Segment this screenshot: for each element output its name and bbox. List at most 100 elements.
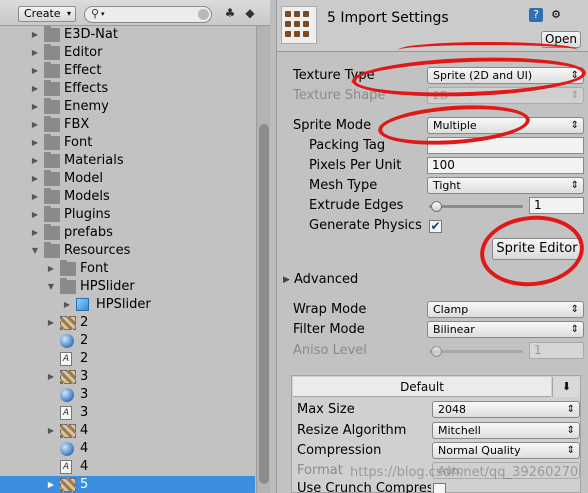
tree-row-3[interactable]: ▶ 3 — [0, 368, 255, 386]
collapsed-arrow-icon[interactable]: ▶ — [30, 134, 40, 152]
collapsed-arrow-icon[interactable]: ▶ — [46, 368, 56, 386]
sprite-editor-button[interactable]: Sprite Editor — [492, 238, 582, 260]
filter-mode-label: Filter Mode — [293, 322, 365, 337]
help-book-icon[interactable]: ? — [529, 8, 543, 22]
collapsed-arrow-icon[interactable]: ▶ — [30, 206, 40, 224]
pixels-per-unit-field[interactable]: 100 — [427, 157, 584, 174]
tree-row-effect[interactable]: ▶ Effect — [0, 62, 255, 80]
tree-row-label: 5 — [80, 477, 89, 492]
open-button[interactable]: Open — [541, 31, 581, 48]
chevron-down-icon: ▾ — [66, 9, 71, 18]
tree-row-2[interactable]: 2 — [0, 332, 255, 350]
extrude-edges-field[interactable]: 1 — [529, 197, 584, 214]
tree-row-5[interactable]: ▶ 5 — [0, 476, 255, 493]
collapsed-arrow-icon[interactable]: ▶ — [30, 170, 40, 188]
tree-row-e3d-nat[interactable]: ▶ E3D-Nat — [0, 26, 255, 44]
dropdown-arrows-icon: ⇕ — [566, 425, 575, 436]
tree-row-4[interactable]: 4 — [0, 440, 255, 458]
scrollbar-thumb[interactable] — [259, 124, 269, 484]
compression-dropdown[interactable]: Normal Quality ⇕ — [432, 442, 580, 459]
tree-row-resources[interactable]: ▼ Resources — [0, 242, 255, 260]
tree-row-prefabs[interactable]: ▶ prefabs — [0, 224, 255, 242]
tree-row-2[interactable]: ▶ 2 — [0, 314, 255, 332]
collapsed-arrow-icon[interactable]: ▶ — [30, 80, 40, 98]
dropdown-arrows-icon: ⇕ — [570, 120, 579, 131]
filter-by-label-icon[interactable]: ◆ — [242, 6, 258, 22]
gear-icon[interactable]: ⚙ — [549, 8, 563, 22]
tree-row-label: 3 — [80, 405, 89, 420]
folder-icon — [44, 152, 60, 168]
tree-row-effects[interactable]: ▶ Effects — [0, 80, 255, 98]
folder-icon — [44, 80, 60, 96]
collapsed-arrow-icon[interactable]: ▶ — [30, 26, 40, 44]
generate-physics-shape-label: Generate Physics Shape — [309, 218, 421, 233]
collapsed-arrow-icon[interactable]: ▶ — [46, 314, 56, 332]
filter-by-type-icon[interactable]: ♣ — [222, 6, 238, 22]
tree-row-plugins[interactable]: ▶ Plugins — [0, 206, 255, 224]
advanced-foldout-arrow-icon[interactable]: ▶ — [283, 275, 290, 285]
collapsed-arrow-icon[interactable]: ▶ — [30, 62, 40, 80]
tree-row-2[interactable]: A2 — [0, 350, 255, 368]
tree-row-enemy[interactable]: ▶ Enemy — [0, 98, 255, 116]
mesh-type-dropdown[interactable]: Tight ⇕ — [427, 177, 584, 194]
tree-row-label: 4 — [80, 459, 89, 474]
tree-row-hpslider[interactable]: ▶ HPSlider — [0, 296, 255, 314]
search-input[interactable]: ⚲ ▾ — [84, 6, 212, 23]
create-dropdown[interactable]: Create ▾ — [18, 6, 76, 22]
collapsed-arrow-icon[interactable]: ▶ — [30, 224, 40, 242]
texture-type-dropdown[interactable]: Sprite (2D and UI) ⇕ — [427, 67, 584, 84]
expanded-arrow-icon[interactable]: ▼ — [46, 278, 56, 296]
tree-row-3[interactable]: A3 — [0, 404, 255, 422]
collapsed-arrow-icon[interactable]: ▶ — [30, 44, 40, 62]
use-crunch-compression-checkbox[interactable] — [433, 483, 446, 493]
tab-default[interactable]: Default — [293, 377, 551, 397]
tree-row-label: E3D-Nat — [64, 27, 118, 42]
max-size-dropdown[interactable]: 2048 ⇕ — [432, 401, 580, 418]
slider-knob — [431, 346, 442, 357]
tree-row-label: HPSlider — [96, 297, 151, 312]
tree-row-label: Effects — [64, 81, 109, 96]
sprite-mode-dropdown[interactable]: Multiple ⇕ — [427, 117, 584, 134]
advanced-foldout-label[interactable]: Advanced — [294, 272, 358, 287]
tree-row-hpslider[interactable]: ▼ HPSlider — [0, 278, 255, 296]
expanded-arrow-icon[interactable]: ▼ — [30, 242, 40, 260]
resize-algorithm-label: Resize Algorithm — [297, 423, 407, 438]
chevron-down-icon: ▾ — [101, 10, 105, 18]
watermark-text: https://blog.csdn.net/qq_39260270 — [350, 465, 579, 480]
collapsed-arrow-icon[interactable]: ▶ — [46, 476, 56, 493]
collapsed-arrow-icon[interactable]: ▶ — [46, 260, 56, 278]
tree-row-3[interactable]: 3 — [0, 386, 255, 404]
prefab-cube-icon — [76, 298, 89, 311]
collapsed-arrow-icon[interactable]: ▶ — [62, 296, 72, 314]
tree-row-materials[interactable]: ▶ Materials — [0, 152, 255, 170]
clear-search-icon[interactable] — [198, 9, 209, 20]
resize-algorithm-dropdown[interactable]: Mitchell ⇕ — [432, 422, 580, 439]
tree-row-model[interactable]: ▶ Model — [0, 170, 255, 188]
dropdown-arrows-icon: ⇕ — [570, 304, 579, 315]
tree-row-4[interactable]: A4 — [0, 458, 255, 476]
collapsed-arrow-icon[interactable]: ▶ — [46, 422, 56, 440]
tree-row-font[interactable]: ▶ Font — [0, 260, 255, 278]
project-scrollbar[interactable] — [256, 26, 270, 493]
collapsed-arrow-icon[interactable]: ▶ — [30, 98, 40, 116]
tree-row-editor[interactable]: ▶ Editor — [0, 44, 255, 62]
tree-row-label: HPSlider — [80, 279, 135, 294]
tree-row-4[interactable]: ▶ 4 — [0, 422, 255, 440]
wrap-mode-dropdown[interactable]: Clamp ⇕ — [427, 301, 584, 318]
collapsed-arrow-icon[interactable]: ▶ — [30, 152, 40, 170]
tree-row-font[interactable]: ▶ Font — [0, 134, 255, 152]
tree-row-fbx[interactable]: ▶ FBX — [0, 116, 255, 134]
collapsed-arrow-icon[interactable]: ▶ — [30, 188, 40, 206]
texture-shape-dropdown: 2D ⇕ — [427, 87, 584, 104]
collapsed-arrow-icon[interactable]: ▶ — [30, 116, 40, 134]
packing-tag-field[interactable] — [427, 137, 584, 154]
folder-icon — [60, 260, 76, 276]
generate-physics-shape-checkbox[interactable]: ✔ — [429, 220, 442, 233]
tree-row-label: 2 — [80, 351, 89, 366]
extrude-edges-slider[interactable] — [429, 205, 523, 208]
dropdown-arrows-icon: ⇕ — [570, 90, 579, 101]
tree-row-models[interactable]: ▶ Models — [0, 188, 255, 206]
download-arrow-icon[interactable]: ⬇ — [552, 377, 580, 397]
filter-mode-dropdown[interactable]: Bilinear ⇕ — [427, 321, 584, 338]
slider-knob[interactable] — [430, 201, 442, 212]
